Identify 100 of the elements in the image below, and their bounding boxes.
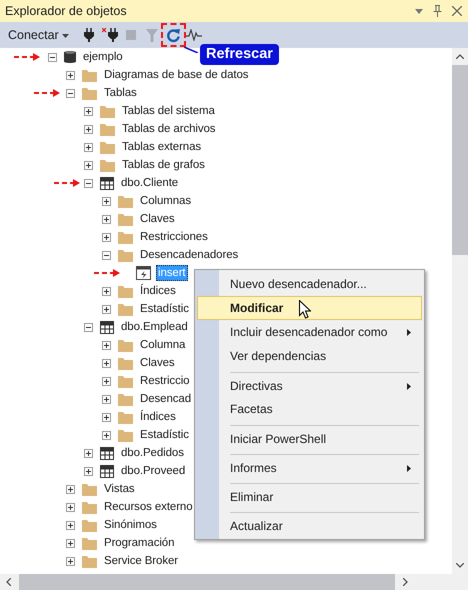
collapse-icon[interactable]: [84, 178, 93, 188]
tree-item[interactable]: Programación: [102, 535, 176, 551]
expand-icon[interactable]: [66, 538, 75, 548]
expand-icon[interactable]: [84, 160, 93, 170]
tree-item[interactable]: Columna: [138, 337, 188, 353]
horizontal-scrollbar[interactable]: [0, 574, 468, 590]
expand-icon[interactable]: [84, 124, 93, 134]
scroll-up-icon[interactable]: [456, 54, 464, 59]
expand-icon[interactable]: [66, 502, 75, 512]
folder-icon: [100, 158, 115, 172]
refresh-icon: [166, 28, 181, 42]
dropdown-icon[interactable]: [415, 8, 423, 14]
expand-icon[interactable]: [102, 214, 111, 224]
folder-icon: [82, 86, 97, 100]
tree-item[interactable]: Desencadenadores: [138, 247, 240, 263]
expand-icon[interactable]: [102, 232, 111, 242]
submenu-arrow-icon: [407, 464, 411, 472]
table-icon: [100, 176, 114, 190]
expand-icon[interactable]: [84, 466, 93, 476]
tree-item[interactable]: Recursos externo: [102, 499, 195, 515]
callout-label: Refrescar: [200, 44, 279, 65]
folder-icon: [100, 122, 115, 136]
folder-icon: [118, 428, 133, 442]
table-icon: [100, 446, 114, 460]
scrollbar-thumb[interactable]: [19, 574, 395, 590]
expand-icon[interactable]: [66, 520, 75, 530]
folder-icon: [82, 482, 97, 496]
folder-icon: [118, 230, 133, 244]
close-icon[interactable]: [452, 6, 462, 16]
expand-icon[interactable]: [102, 430, 111, 440]
collapse-icon[interactable]: [48, 52, 57, 62]
tree-item[interactable]: ejemplo: [81, 49, 125, 65]
tree-item[interactable]: Índices: [138, 409, 178, 425]
menu-item[interactable]: Directivas: [197, 368, 422, 397]
tree-item[interactable]: Tablas de grafos: [120, 157, 207, 173]
folder-icon: [118, 302, 133, 316]
menu-item[interactable]: Iniciar PowerShell: [197, 421, 422, 450]
tree-item[interactable]: Service Broker: [102, 553, 180, 569]
tree-item[interactable]: Tablas externas: [120, 139, 204, 155]
tree-item[interactable]: Tablas: [102, 85, 139, 101]
expand-icon[interactable]: [66, 484, 75, 494]
vertical-scrollbar[interactable]: [452, 48, 468, 574]
collapse-icon[interactable]: [102, 250, 111, 260]
scroll-left-icon[interactable]: [6, 578, 11, 586]
collapse-icon[interactable]: [66, 88, 75, 98]
expand-icon[interactable]: [102, 196, 111, 206]
pin-icon[interactable]: [433, 5, 442, 17]
expand-icon[interactable]: [102, 412, 111, 422]
folder-icon: [118, 392, 133, 406]
menu-item[interactable]: Incluir desencadenador como: [197, 320, 422, 344]
menu-item[interactable]: Informes: [197, 450, 422, 479]
tree-item[interactable]: Desencad: [138, 391, 193, 407]
activity-icon: [186, 29, 202, 41]
tree-item[interactable]: Tablas del sistema: [120, 103, 217, 119]
tree-item[interactable]: Vistas: [102, 481, 137, 497]
tree-item[interactable]: Claves: [138, 211, 177, 227]
folder-icon: [82, 518, 97, 532]
expand-icon[interactable]: [84, 142, 93, 152]
panel-title: Explorador de objetos: [5, 4, 128, 18]
tree-item[interactable]: Estadístic: [138, 301, 191, 317]
tree-item[interactable]: Restricciones: [138, 229, 210, 245]
expand-icon[interactable]: [102, 394, 111, 404]
scrollbar-thumb[interactable]: [452, 65, 468, 255]
disconnect-button[interactable]: [100, 25, 121, 45]
tree-item[interactable]: dbo.Proveed: [119, 463, 188, 479]
database-icon: [64, 50, 76, 64]
tree-item[interactable]: Tablas de archivos: [120, 121, 218, 137]
scroll-down-icon[interactable]: [456, 563, 464, 568]
menu-item[interactable]: Modificar: [197, 296, 422, 320]
tree-item[interactable]: Claves: [138, 355, 177, 371]
expand-icon[interactable]: [66, 70, 75, 80]
tree-item[interactable]: dbo.Cliente: [119, 175, 180, 191]
menu-item[interactable]: Nuevo desencadenador...: [197, 272, 422, 296]
expand-icon[interactable]: [102, 286, 111, 296]
tree-item[interactable]: dbo.Emplead: [119, 319, 190, 335]
expand-icon[interactable]: [84, 448, 93, 458]
tree-item[interactable]: Estadístic: [138, 427, 191, 443]
expand-icon[interactable]: [102, 376, 111, 386]
scroll-right-icon[interactable]: [403, 578, 408, 586]
menu-item[interactable]: Eliminar: [197, 479, 422, 508]
tree-item[interactable]: Diagramas de base de datos: [102, 67, 250, 83]
menu-item[interactable]: Actualizar: [197, 508, 422, 537]
table-icon: [100, 320, 114, 334]
refresh-button[interactable]: [162, 25, 184, 45]
collapse-icon[interactable]: [84, 322, 93, 332]
expand-icon[interactable]: [102, 304, 111, 314]
expand-icon[interactable]: [66, 556, 75, 566]
menu-item[interactable]: Ver dependencias: [197, 344, 422, 368]
expand-icon[interactable]: [84, 106, 93, 116]
expand-icon[interactable]: [102, 340, 111, 350]
expand-icon[interactable]: [102, 358, 111, 368]
tree-item[interactable]: Índices: [138, 283, 178, 299]
folder-icon: [118, 248, 133, 262]
tree-item[interactable]: dbo.Pedidos: [119, 445, 186, 461]
tree-item[interactable]: Sinónimos: [102, 517, 159, 533]
connect-button[interactable]: Conectar: [4, 25, 73, 45]
menu-item[interactable]: Facetas: [197, 397, 422, 421]
tree-item[interactable]: Restriccio: [138, 373, 192, 389]
folder-icon: [82, 68, 97, 82]
tree-item[interactable]: Columnas: [138, 193, 193, 209]
